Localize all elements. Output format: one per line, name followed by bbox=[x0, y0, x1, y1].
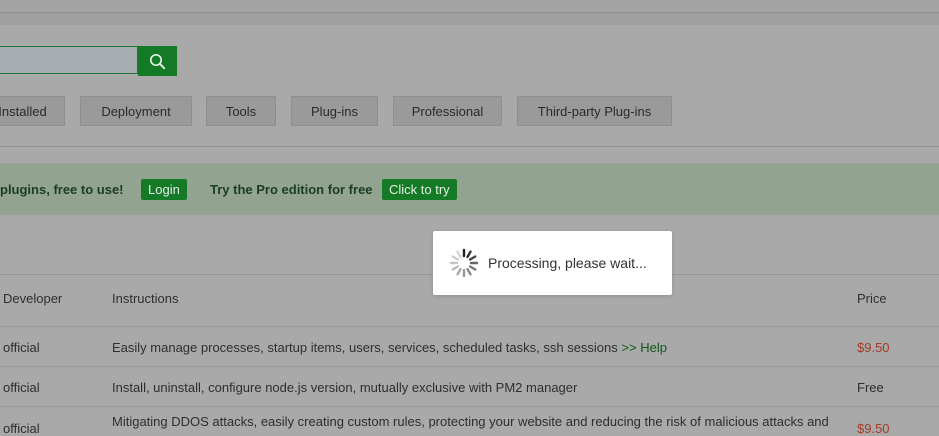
loading-dialog: Processing, please wait... bbox=[433, 231, 672, 295]
tab-tools[interactable]: Tools bbox=[206, 96, 276, 126]
row-price: Free bbox=[857, 380, 884, 395]
help-link[interactable]: >> Help bbox=[621, 340, 667, 355]
row-instructions: Install, uninstall, configure node.js ve… bbox=[112, 380, 578, 395]
search-input[interactable] bbox=[0, 46, 138, 74]
column-header-developer: Developer bbox=[3, 291, 63, 306]
banner-text-pro: Try the Pro edition for free bbox=[210, 182, 373, 197]
top-bar-secondary bbox=[0, 13, 939, 25]
row-developer: official bbox=[3, 380, 40, 395]
row-developer: official bbox=[3, 340, 40, 355]
row-divider bbox=[0, 326, 939, 327]
row-divider bbox=[0, 366, 939, 367]
row-divider bbox=[0, 406, 939, 407]
row-instructions: Mitigating DDOS attacks, easily creating… bbox=[112, 414, 829, 429]
tab-professional[interactable]: Professional bbox=[393, 96, 502, 126]
top-bar bbox=[0, 0, 939, 13]
tab-plug-ins[interactable]: Plug-ins bbox=[291, 96, 378, 126]
section-divider bbox=[0, 146, 939, 147]
login-button[interactable]: Login bbox=[141, 179, 187, 200]
loading-spinner-icon bbox=[449, 248, 479, 278]
tab-deployment[interactable]: Deployment bbox=[80, 96, 192, 126]
try-pro-button[interactable]: Click to try bbox=[382, 179, 457, 200]
row-instructions: Easily manage processes, startup items, … bbox=[112, 340, 667, 355]
banner-text-free: plugins, free to use! bbox=[0, 182, 124, 197]
search-icon bbox=[149, 53, 166, 69]
tab-third-party[interactable]: Third-party Plug-ins bbox=[517, 96, 672, 126]
tab-installed[interactable]: Installed bbox=[0, 96, 65, 126]
row-price: $9.50 bbox=[857, 340, 890, 355]
column-header-instructions: Instructions bbox=[112, 291, 179, 306]
search-button[interactable] bbox=[138, 46, 177, 76]
loading-message: Processing, please wait... bbox=[488, 255, 647, 271]
column-header-price: Price bbox=[857, 291, 887, 306]
